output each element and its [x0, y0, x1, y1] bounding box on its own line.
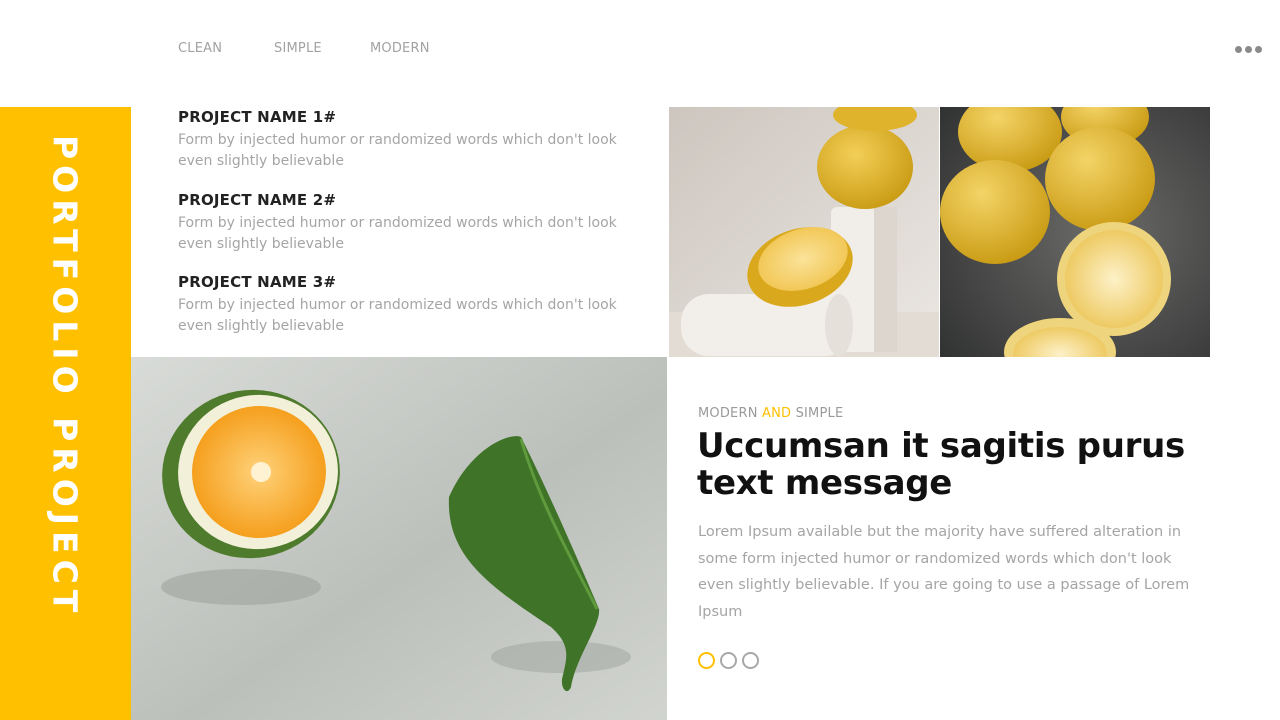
project-item-2[interactable]: PROJECT NAME 2# Form by injected humor o… [178, 191, 638, 255]
lime-leaf-photo [131, 357, 667, 720]
more-dots-icon[interactable] [1235, 46, 1265, 54]
project-desc: Form by injected humor or randomized wor… [178, 132, 617, 169]
pager-dot-1[interactable] [698, 652, 715, 669]
project-desc: Form by injected humor or randomized wor… [178, 297, 617, 334]
tag-accent: AND [761, 406, 792, 421]
tag-right: SIMPLE [795, 406, 844, 421]
pager-dot-3[interactable] [742, 652, 759, 669]
side-title: PORTFOLIO PROJECT [45, 135, 85, 619]
body-text: Lorem Ipsum available but the majority h… [698, 524, 1190, 620]
project-name: PROJECT NAME 3# [178, 273, 337, 291]
project-desc: Form by injected humor or randomized wor… [178, 215, 617, 252]
pager [698, 652, 759, 669]
headline: Uccumsan it sagitis purus text message [697, 426, 1185, 503]
tag-line: MODERN AND SIMPLE [698, 406, 843, 421]
dot [1235, 46, 1242, 53]
nav-simple[interactable]: SIMPLE [274, 41, 322, 56]
nav-clean[interactable]: CLEAN [178, 41, 222, 56]
tag-left: MODERN [698, 406, 758, 421]
lemon-stack-photo [669, 107, 939, 357]
dot [1255, 46, 1262, 53]
nav-modern[interactable]: MODERN [370, 41, 430, 56]
lemons-slate-photo [940, 107, 1210, 357]
pager-dot-2[interactable] [720, 652, 737, 669]
project-name: PROJECT NAME 2# [178, 191, 337, 209]
project-name: PROJECT NAME 1# [178, 108, 337, 126]
dot [1245, 46, 1252, 53]
project-item-3[interactable]: PROJECT NAME 3# Form by injected humor o… [178, 273, 638, 337]
project-item-1[interactable]: PROJECT NAME 1# Form by injected humor o… [178, 108, 638, 172]
